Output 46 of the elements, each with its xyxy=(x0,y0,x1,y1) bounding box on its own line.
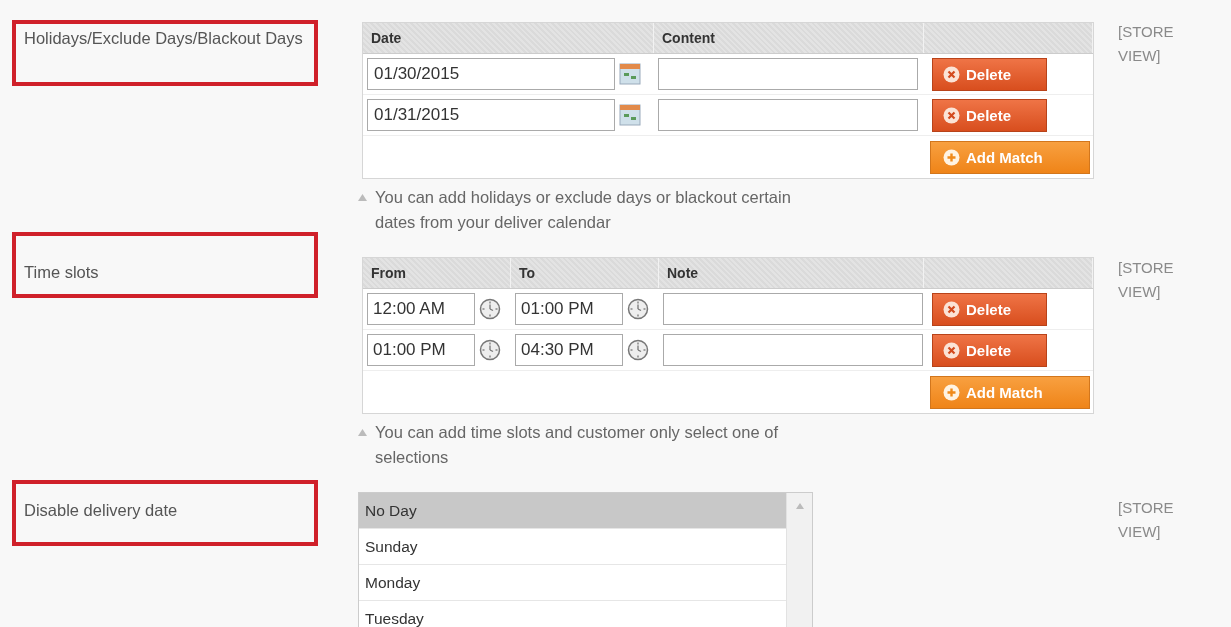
clock-icon[interactable] xyxy=(479,339,501,361)
list-option[interactable]: Sunday xyxy=(359,529,786,565)
calendar-icon[interactable] xyxy=(619,63,641,85)
close-icon xyxy=(943,106,960,124)
date-field[interactable]: 01/30/2015 xyxy=(367,58,615,90)
date-field[interactable]: 01/31/2015 xyxy=(367,99,615,131)
delete-button[interactable]: Delete xyxy=(932,98,1047,132)
delete-button[interactable]: Delete xyxy=(932,333,1047,367)
hint-text: You can add holidays or exclude days or blackout certain dates from your deliver calendar xyxy=(375,187,792,233)
triangle-icon xyxy=(358,194,367,201)
column-header: Content xyxy=(654,23,924,53)
time-field[interactable]: 12:00 AM xyxy=(367,293,475,325)
time-field[interactable]: 04:30 PM xyxy=(515,334,623,366)
delete-button[interactable]: Delete xyxy=(932,57,1047,91)
close-icon xyxy=(943,65,960,83)
column-header: Note xyxy=(659,258,924,288)
time-field[interactable]: 01:00 PM xyxy=(515,293,623,325)
delete-button[interactable]: Delete xyxy=(932,292,1047,326)
listbox[interactable]: No Day Sunday Monday Tuesday xyxy=(358,492,813,627)
field-label: Holidays/Exclude Days/Blackout Days xyxy=(24,29,303,47)
column-header: To xyxy=(511,258,659,288)
field-label: Disable delivery date xyxy=(24,501,178,519)
column-header: Date xyxy=(363,23,654,53)
scroll-up-icon[interactable] xyxy=(795,503,804,509)
close-icon xyxy=(943,341,960,359)
scope-label: [STORE VIEW] xyxy=(1118,22,1175,66)
close-icon xyxy=(943,300,960,318)
text-field[interactable] xyxy=(663,293,923,325)
scope-label: [STORE VIEW] xyxy=(1118,258,1175,302)
calendar-icon[interactable] xyxy=(619,104,641,126)
clock-icon[interactable] xyxy=(627,298,649,320)
column-header: From xyxy=(363,258,511,288)
list-option[interactable]: Monday xyxy=(359,565,786,601)
text-field[interactable] xyxy=(658,99,918,131)
field-label: Time slots xyxy=(24,263,99,281)
clock-icon[interactable] xyxy=(479,298,501,320)
hint-text: You can add time slots and customer only select one of selections xyxy=(375,422,779,468)
text-field[interactable] xyxy=(663,334,923,366)
scope-label: [STORE VIEW] xyxy=(1118,498,1175,542)
text-field[interactable] xyxy=(658,58,918,90)
triangle-icon xyxy=(358,429,367,436)
time-field[interactable]: 01:00 PM xyxy=(367,334,475,366)
plus-icon xyxy=(943,383,960,401)
list-option[interactable]: No Day xyxy=(359,493,786,529)
plus-icon xyxy=(943,148,960,166)
clock-icon[interactable] xyxy=(627,339,649,361)
